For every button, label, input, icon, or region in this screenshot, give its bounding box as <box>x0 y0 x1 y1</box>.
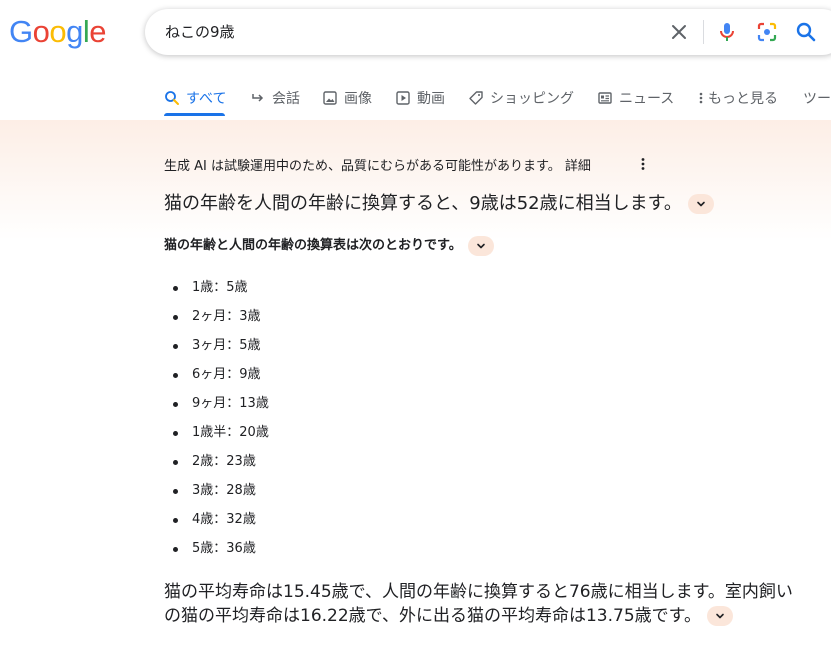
search-icon[interactable] <box>794 20 818 44</box>
tab-label: ツー <box>803 91 831 107</box>
search-input[interactable]: ねこの9歳 <box>165 9 235 55</box>
list-item: 2歳：23歳 <box>170 451 269 480</box>
list-item: 1歳半：20歳 <box>170 422 269 451</box>
chevron-down-icon <box>697 201 705 207</box>
arrow-reply-icon <box>252 94 264 102</box>
search-divider <box>703 20 704 44</box>
list-item: 5歳：36歳 <box>170 538 269 567</box>
tab-all[interactable]: すべて <box>164 80 226 116</box>
chevron-down-icon <box>716 613 724 619</box>
ai-headline: 猫の年齢を人間の年齢に換算すると、9歳は52歳に相当します。 <box>164 191 714 217</box>
expand-chip[interactable] <box>687 194 714 214</box>
ai-paragraph: 猫の平均寿命は15.45歳で、人間の年齢に換算すると76歳に相当します。室内飼い… <box>164 580 804 628</box>
ai-notice-text: 生成 AI は試験運用中のため、品質にむらがある可能性があります。 詳細 <box>164 159 591 174</box>
tab-label: ニュース <box>619 91 675 107</box>
expand-chip[interactable] <box>467 235 494 256</box>
tab-label: 動画 <box>417 91 445 107</box>
search-icon <box>165 91 179 105</box>
tab-news[interactable]: ニュース <box>597 80 674 116</box>
tab-tools[interactable]: ツー <box>803 80 831 116</box>
lens-icon[interactable] <box>755 20 779 44</box>
tab-label: 画像 <box>344 91 372 107</box>
list-item: 6ヶ月：9歳 <box>170 364 269 393</box>
tab-conversation[interactable]: 会話 <box>250 80 300 116</box>
active-tab-indicator <box>164 113 225 116</box>
image-icon <box>323 91 337 105</box>
ai-subhead: 猫の年齢と人間の年齢の換算表は次のとおりです。 <box>164 235 494 257</box>
tab-images[interactable]: 画像 <box>322 80 372 116</box>
list-item: 1歳：5歳 <box>170 277 269 306</box>
clear-icon[interactable] <box>667 20 691 44</box>
tab-shopping[interactable]: ショッピング <box>468 80 574 116</box>
list-item: 3ヶ月：5歳 <box>170 335 269 364</box>
tag-icon <box>469 91 483 105</box>
more-options-icon[interactable] <box>640 156 646 172</box>
list-item: 2ヶ月：3歳 <box>170 306 269 335</box>
list-item: 4歳：32歳 <box>170 509 269 538</box>
expand-chip[interactable] <box>706 606 733 626</box>
age-conversion-list: 1歳：5歳 2ヶ月：3歳 3ヶ月：5歳 6ヶ月：9歳 9ヶ月：13歳 1歳半：2… <box>170 277 269 567</box>
tab-label: 会話 <box>272 91 300 107</box>
search-box[interactable]: ねこの9歳 <box>145 9 831 55</box>
tab-more[interactable]: もっと見る <box>698 80 778 116</box>
search-results-page: Google ねこの9歳 すべて 会話 画像 動画 ショッピング ニュース もっ… <box>0 0 831 664</box>
list-item: 9ヶ月：13歳 <box>170 393 269 422</box>
headline-text: 猫の年齢を人間の年齢に換算すると、9歳は52歳に相当します。 <box>164 193 682 214</box>
paragraph-text: 猫の平均寿命は15.45歳で、人間の年齢に換算すると76歳に相当します。室内飼い… <box>164 582 793 626</box>
tab-videos[interactable]: 動画 <box>395 80 445 116</box>
ai-notice: 生成 AI は試験運用中のため、品質にむらがある可能性があります。 詳細 <box>164 155 645 174</box>
search-tabs: すべて 会話 画像 動画 ショッピング ニュース もっと見る ツー <box>0 80 831 120</box>
play-icon <box>396 91 410 105</box>
chevron-down-icon <box>476 243 485 248</box>
tab-label: もっと見る <box>708 91 778 107</box>
more-vert-icon <box>699 92 703 104</box>
google-logo[interactable]: Google <box>9 12 107 52</box>
tab-label: ショッピング <box>490 91 574 107</box>
list-item: 3歳：28歳 <box>170 480 269 509</box>
newspaper-icon <box>598 92 612 104</box>
subhead-text: 猫の年齢と人間の年齢の換算表は次のとおりです。 <box>164 238 462 253</box>
tab-label: すべて <box>186 91 227 107</box>
microphone-icon[interactable] <box>715 20 739 44</box>
